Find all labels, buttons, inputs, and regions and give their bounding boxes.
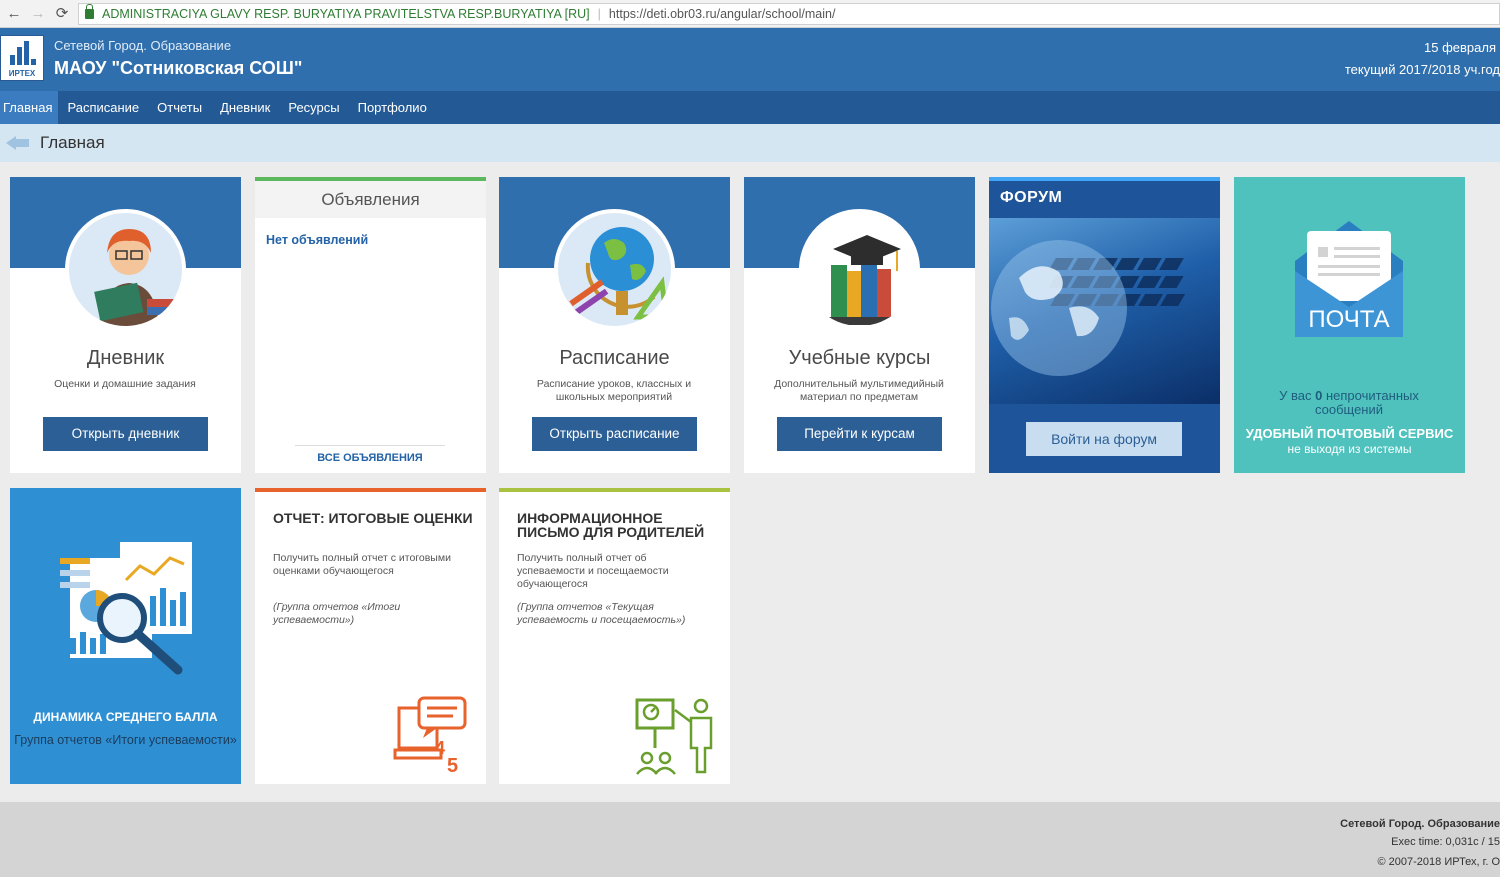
computer-grades-icon: 4 5: [393, 696, 467, 776]
schedule-title: Расписание: [559, 347, 670, 369]
forward-arrow-icon[interactable]: →: [28, 4, 48, 24]
menu-item-diary[interactable]: Дневник: [211, 91, 279, 124]
certificate-owner: ADMINISTRACIYA GLAVY RESP. BURYATIYA PRA…: [102, 7, 590, 21]
forum-accent-bar: [989, 177, 1220, 181]
main-menu: Главная Расписание Отчеты Дневник Ресурс…: [0, 91, 1500, 124]
system-name: Сетевой Город. Образование: [54, 38, 232, 53]
forum-card: ФОРУМ Войти на форум: [989, 177, 1220, 473]
parents-info-letter-card[interactable]: ИНФОРМАЦИОННОЕ ПИСЬМО ДЛЯ РОДИТЕЛЕЙ Полу…: [499, 488, 730, 784]
info-letter-title: ИНФОРМАЦИОННОЕ ПИСЬМО ДЛЯ РОДИТЕЛЕЙ: [517, 510, 705, 540]
open-schedule-button[interactable]: Открыть расписание: [532, 417, 697, 451]
open-diary-button[interactable]: Открыть дневник: [43, 417, 208, 451]
menu-item-portfolio[interactable]: Портфолио: [349, 91, 436, 124]
info-letter-description: Получить полный отчет об успеваемости и …: [517, 552, 669, 590]
footer-system-name: Сетевой Город. Образование: [1340, 818, 1500, 830]
page-title: Главная: [40, 133, 105, 152]
go-to-courses-button[interactable]: Перейти к курсам: [777, 417, 942, 451]
unread-suffix: непрочитанных сообщений: [1314, 388, 1419, 417]
logo-bars-icon: [10, 41, 36, 65]
diary-title: Дневник: [86, 347, 165, 369]
page-footer: Сетевой Город. Образование Exec time: 0,…: [0, 802, 1500, 877]
svg-text:5: 5: [447, 755, 458, 776]
current-date: 15 февраля: [1424, 40, 1496, 55]
browser-toolbar: ← → ⟳ ADMINISTRACIYA GLAVY RESP. BURYATI…: [0, 0, 1500, 28]
mail-card: ПОЧТА У вас 0 непрочитанных сообщений УД…: [1234, 177, 1465, 473]
final-report-title: ОТЧЕТ: ИТОГОВЫЕ ОЦЕНКИ: [273, 510, 473, 526]
address-separator: |: [597, 7, 601, 21]
books-graduation-cap-icon: [799, 209, 920, 330]
final-report-accent-bar: [255, 488, 486, 492]
school-name: МАОУ "Сотниковская СОШ": [54, 58, 303, 78]
diary-card: Дневник Оценки и домашние задания Открыт…: [10, 177, 241, 473]
schedule-description: Расписание уроков, классных и школьных м…: [536, 378, 692, 403]
average-score-dynamics-card[interactable]: ДИНАМИКА СРЕДНЕГО БАЛЛА Группа отчетов «…: [10, 488, 241, 784]
dynamics-report-group: Группа отчетов «Итоги успеваемости»: [14, 733, 237, 747]
address-bar[interactable]: ADMINISTRACIYA GLAVY RESP. BURYATIYA PRA…: [78, 3, 1500, 25]
final-report-group: (Группа отчетов «Итоги успеваемости»): [273, 601, 401, 626]
svg-text:4: 4: [435, 738, 445, 758]
info-letter-group: (Группа отчетов «Текущая успеваемость и …: [517, 601, 686, 626]
menu-item-resources[interactable]: Ресурсы: [279, 91, 348, 124]
final-grades-report-card[interactable]: ОТЧЕТ: ИТОГОВЫЕ ОЦЕНКИ Получить полный о…: [255, 488, 486, 784]
lock-icon: [85, 4, 94, 19]
courses-title: Учебные курсы: [788, 347, 931, 369]
diary-description: Оценки и домашние задания: [54, 378, 196, 390]
footer-exec-time: Exec time: 0,031c / 15: [1391, 836, 1500, 848]
all-announcements-link[interactable]: ВСЕ ОБЪЯВЛЕНИЯ: [255, 452, 485, 464]
student-reading-icon: [65, 209, 186, 330]
irtex-logo[interactable]: ИРТЕХ: [0, 35, 44, 81]
no-announcements-text: Нет объявлений: [266, 233, 369, 247]
info-letter-accent-bar: [499, 488, 730, 492]
menu-item-reports[interactable]: Отчеты: [148, 91, 211, 124]
mail-service-tagline: УДОБНЫЙ ПОЧТОВЫЙ СЕРВИС: [1245, 426, 1454, 441]
schedule-card: Расписание Расписание уроков, классных и…: [499, 177, 730, 473]
school-year: текущий 2017/2018 уч.год: [1344, 62, 1500, 77]
menu-item-main[interactable]: Главная: [0, 91, 59, 124]
unread-messages-text: У вас 0 непрочитанных сообщений: [1254, 389, 1444, 417]
unread-prefix: У вас: [1279, 388, 1316, 403]
globe-supplies-icon: [554, 209, 675, 330]
enter-forum-button[interactable]: Войти на форум: [1026, 422, 1182, 456]
teacher-presentation-icon: [635, 698, 713, 775]
back-icon[interactable]: [6, 134, 30, 152]
courses-description: Дополнительный мультимедийный материал п…: [774, 378, 944, 403]
analytics-magnifier-icon: [60, 542, 192, 675]
announcements-title: Объявления: [255, 181, 486, 218]
forum-title: ФОРУМ: [1000, 189, 1063, 206]
envelope-icon: ПОЧТА: [1295, 221, 1403, 337]
footer-copyright: © 2007-2018 ИРТех, г. О: [1377, 856, 1500, 868]
dynamics-title: ДИНАМИКА СРЕДНЕГО БАЛЛА: [33, 710, 218, 724]
menu-item-schedule[interactable]: Расписание: [58, 91, 148, 124]
reload-icon[interactable]: ⟳: [52, 4, 72, 24]
announcements-divider: [295, 445, 445, 446]
final-report-description: Получить полный отчет с итоговыми оценка…: [273, 552, 451, 577]
courses-card: Учебные курсы Дополнительный мультимедий…: [744, 177, 975, 473]
logo-text: ИРТЕХ: [8, 69, 36, 78]
mail-title: ПОЧТА: [1308, 306, 1389, 333]
announcements-card: Объявления Нет объявлений ВСЕ ОБЪЯВЛЕНИЯ: [255, 177, 486, 473]
breadcrumb: Главная: [0, 124, 1500, 162]
mail-service-subtitle: не выходя из системы: [1287, 442, 1412, 456]
globe-keyboard-icon: [989, 218, 1220, 404]
site-header: ИРТЕХ Сетевой Город. Образование МАОУ "С…: [0, 28, 1500, 91]
back-arrow-icon[interactable]: ←: [4, 4, 24, 24]
url-text[interactable]: https://deti.obr03.ru/angular/school/mai…: [609, 7, 836, 21]
